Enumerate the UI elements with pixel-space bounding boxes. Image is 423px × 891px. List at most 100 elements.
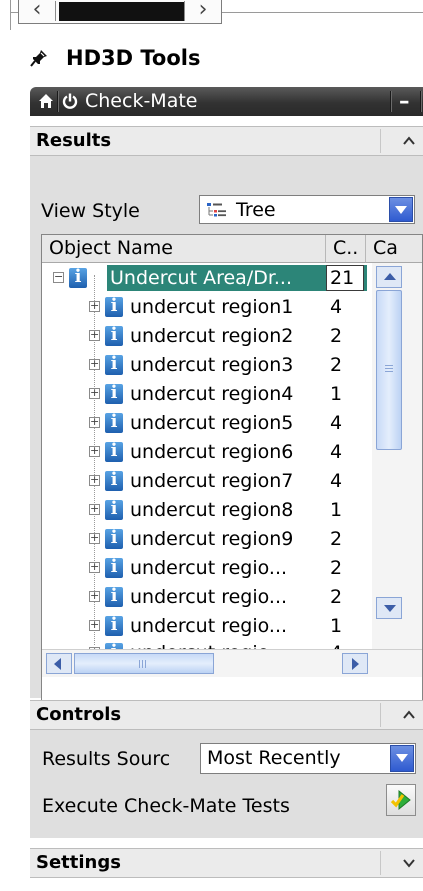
execute-tests-label: Execute Check-Mate Tests [42, 795, 290, 817]
divider [10, 0, 11, 30]
table-row[interactable]: + undercut region9 2 [42, 525, 372, 554]
view-style-value: Tree [236, 199, 276, 221]
results-header-label: Results [36, 130, 112, 151]
table-row[interactable]: + undercut region8 1 [42, 496, 372, 525]
column-header-category[interactable]: Ca [366, 235, 422, 263]
tree-row-count: 4 [330, 412, 343, 434]
tree-row-name: undercut region1 [130, 296, 294, 318]
vertical-scrollbar[interactable] [372, 263, 422, 649]
expand-icon[interactable]: + [89, 300, 100, 312]
expand-icon[interactable]: + [89, 445, 100, 457]
table-row[interactable]: + undercut region4 1 [42, 380, 372, 409]
info-icon [105, 615, 123, 636]
tree-row-name: Undercut Area/Dr... [110, 267, 293, 289]
minimize-button[interactable]: – [399, 89, 410, 113]
expand-icon[interactable]: + [89, 474, 100, 486]
tree-row-count: 2 [330, 354, 343, 376]
view-style-label: View Style [41, 200, 140, 222]
scroll-right-arrow-icon[interactable] [342, 653, 368, 674]
tree-row-name: undercut region6 [130, 441, 294, 463]
tree-row-count: 1 [330, 383, 343, 405]
dropdown-arrow-icon[interactable] [389, 197, 413, 222]
tree-row-count: 2 [330, 586, 343, 608]
results-section-header[interactable]: Results [30, 126, 423, 156]
controls-section-header[interactable]: Controls [30, 700, 423, 730]
divider [380, 703, 381, 727]
table-row[interactable]: + undercut regio... 2 [42, 554, 372, 583]
chevron-down-icon[interactable] [401, 855, 417, 871]
power-icon[interactable] [62, 93, 78, 109]
table-row[interactable]: + undercut region7 4 [42, 467, 372, 496]
divider [390, 91, 392, 112]
info-icon [105, 441, 123, 462]
tree-view-icon [207, 203, 226, 217]
table-row[interactable]: + undercut regio... 2 [42, 583, 372, 612]
execute-tests-button[interactable] [386, 784, 416, 816]
expand-icon[interactable]: + [89, 329, 100, 341]
info-icon [105, 325, 123, 346]
divider [222, 12, 423, 13]
horizontal-scrollbar[interactable] [42, 649, 422, 677]
expand-icon[interactable]: + [89, 561, 100, 573]
top-scroll-thumb[interactable] [59, 2, 184, 21]
expand-icon[interactable]: + [89, 416, 100, 428]
scroll-left-arrow-icon[interactable]: ‹ [19, 0, 56, 21]
dropdown-arrow-icon[interactable] [390, 745, 414, 772]
home-icon[interactable] [38, 93, 54, 109]
scroll-left-arrow-icon[interactable] [46, 653, 72, 674]
scroll-up-arrow-icon[interactable] [376, 266, 402, 288]
chevron-up-icon[interactable] [401, 133, 417, 149]
tree-row-count: 2 [330, 557, 343, 579]
panel-title: HD3D Tools [30, 43, 200, 73]
results-tree-grid[interactable]: Object Name C.. Ca − Undercut Area/Dr...… [41, 234, 423, 736]
expand-icon[interactable]: + [89, 532, 100, 544]
info-icon [105, 383, 123, 404]
tree-row-name: undercut region7 [130, 470, 294, 492]
scroll-down-arrow-icon[interactable] [376, 597, 402, 619]
tree-row-count: 21 [330, 267, 355, 289]
table-row[interactable]: + undercut region6 4 [42, 438, 372, 467]
info-icon [105, 557, 123, 578]
grip-icon [139, 660, 140, 668]
table-row[interactable]: + undercut region5 4 [42, 409, 372, 438]
view-style-select[interactable]: Tree [199, 195, 415, 224]
info-icon [105, 528, 123, 549]
settings-section-header[interactable]: Settings [30, 848, 423, 878]
controls-section-body: Results Sourc Most Recently Execute Chec… [30, 730, 423, 838]
tree-row-count: 1 [330, 499, 343, 521]
column-header-object-name[interactable]: Object Name [42, 235, 326, 263]
tree-row-count: 1 [330, 615, 343, 637]
top-scrollbar[interactable]: ‹ › [18, 0, 222, 24]
tree-row-count: 2 [330, 528, 343, 550]
chevron-up-icon[interactable] [401, 707, 417, 723]
tree-row-name: undercut region4 [130, 383, 294, 405]
expand-icon[interactable]: + [89, 590, 100, 602]
column-header-count[interactable]: C.. [326, 235, 366, 263]
results-section-body: View Style Tree Object Name C.. Ca − Und… [30, 156, 423, 736]
scroll-right-arrow-icon[interactable]: › [184, 0, 221, 21]
divider [380, 851, 381, 875]
results-source-select[interactable]: Most Recently [200, 743, 416, 774]
table-row[interactable]: + undercut region2 2 [42, 322, 372, 351]
expand-icon[interactable]: + [89, 619, 100, 631]
table-row[interactable]: + undercut regio... 1 [42, 612, 372, 641]
tree-row-name: undercut regio... [130, 557, 288, 579]
expand-icon[interactable]: + [89, 358, 100, 370]
table-row[interactable]: + undercut region1 4 [42, 293, 372, 322]
info-icon [105, 354, 123, 375]
vertical-scroll-thumb[interactable] [376, 290, 402, 450]
divider [380, 129, 381, 153]
panel-title-text: HD3D Tools [66, 46, 201, 70]
info-icon [105, 586, 123, 607]
tree-row-name: undercut region3 [130, 354, 294, 376]
tree-row-name: undercut region2 [130, 325, 294, 347]
expand-icon[interactable]: + [89, 387, 100, 399]
tree-row-root[interactable]: − Undercut Area/Dr... 21 [42, 264, 372, 293]
expand-icon[interactable]: + [89, 503, 100, 515]
collapse-icon[interactable]: − [53, 271, 64, 283]
tree-row-name: undercut regio... [130, 615, 288, 637]
pushpin-icon[interactable] [30, 49, 48, 67]
horizontal-scroll-thumb[interactable] [74, 653, 214, 674]
info-icon [105, 499, 123, 520]
table-row[interactable]: + undercut region3 2 [42, 351, 372, 380]
